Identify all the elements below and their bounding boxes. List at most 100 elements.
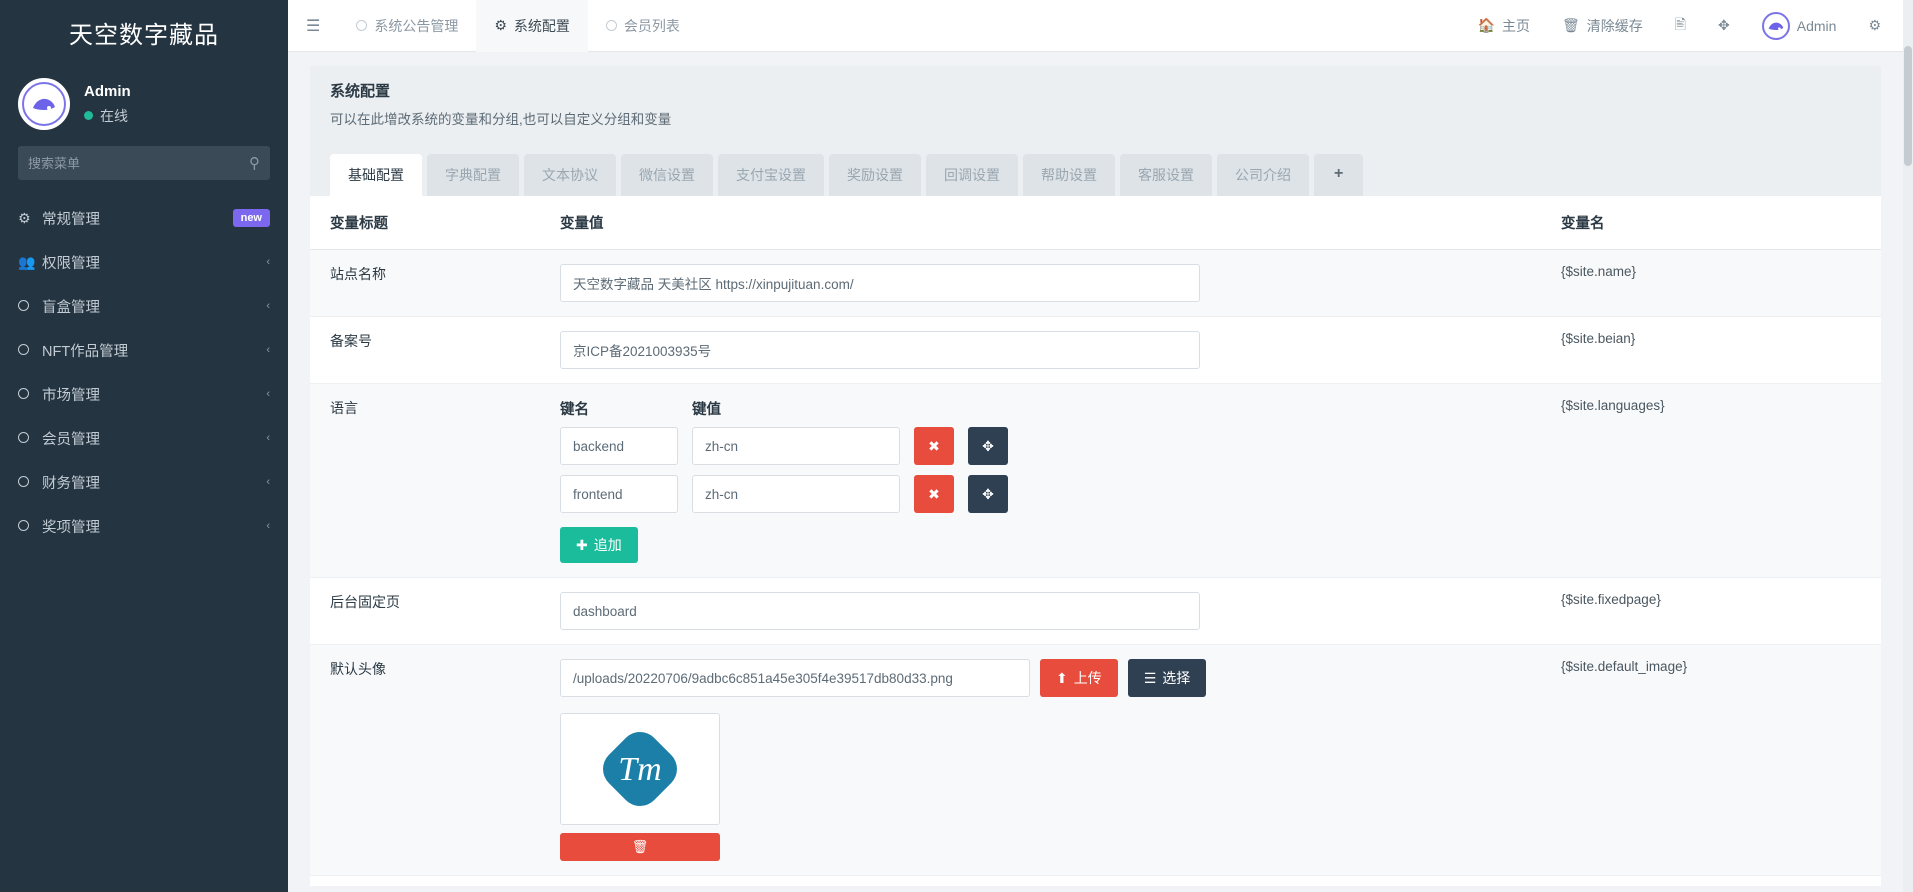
language-key-input[interactable] — [560, 475, 678, 513]
tab-support-settings[interactable]: 客服设置 — [1120, 154, 1212, 196]
table-row: 后台固定页 {$site.fixedpage} — [310, 577, 1881, 645]
search-input[interactable] — [28, 155, 249, 171]
home-button[interactable]: 🏠 主页 — [1462, 0, 1546, 52]
delete-image-button[interactable]: 🗑 — [560, 833, 720, 861]
row-value-site-name — [540, 249, 1541, 317]
row-value-default-image: ⬆ 上传 ☰ 选择 — [540, 644, 1541, 876]
chevron-left-icon: ‹ — [266, 520, 270, 532]
gears-icon: ⚙ — [1868, 17, 1881, 33]
settings-button[interactable]: ⚙ — [1852, 0, 1903, 52]
tab-callback-settings[interactable]: 回调设置 — [926, 154, 1018, 196]
language-icon: 🖹 — [1674, 15, 1687, 32]
tab-wechat-settings[interactable]: 微信设置 — [621, 154, 713, 196]
sidebar-item-member[interactable]: 会员管理 ‹ — [0, 416, 288, 460]
tab-reward-settings[interactable]: 奖励设置 — [829, 154, 921, 196]
user-menu[interactable]: Admin — [1746, 0, 1853, 52]
chevron-left-icon: ‹ — [266, 300, 270, 312]
users-icon: 👥 — [18, 253, 36, 270]
tab-announcement[interactable]: 系统公告管理 — [338, 0, 476, 52]
chevron-left-icon: ‹ — [266, 476, 270, 488]
chevron-left-icon: ‹ — [266, 344, 270, 356]
tab-alipay-settings[interactable]: 支付宝设置 — [718, 154, 824, 196]
move-row-handle[interactable]: ✥ — [968, 427, 1008, 465]
upload-button[interactable]: ⬆ 上传 — [1040, 659, 1118, 697]
chevron-left-icon: ‹ — [266, 432, 270, 444]
column-header-value: 变量值 — [540, 196, 1541, 250]
tab-member-list[interactable]: 会员列表 — [588, 0, 698, 52]
image-preview[interactable]: Tm — [560, 713, 720, 825]
tab-system-config[interactable]: ⚙ 系统配置 — [476, 0, 588, 52]
delete-row-button[interactable]: ✖ — [914, 427, 954, 465]
circle-icon — [18, 342, 42, 358]
profile-name: Admin — [84, 82, 131, 100]
tm-logo-icon: Tm — [603, 732, 677, 806]
sidebar-profile: Admin 在线 — [0, 64, 288, 146]
search-box[interactable]: ⚲ — [18, 146, 270, 180]
delete-row-button[interactable]: ✖ — [914, 475, 954, 513]
chevron-left-icon: ‹ — [266, 388, 270, 400]
language-value-input[interactable] — [692, 475, 900, 513]
row-var-site-name: {$site.name} — [1541, 249, 1881, 317]
sidebar-item-label: 奖项管理 — [42, 519, 100, 536]
column-header-name: 变量名 — [1541, 196, 1881, 250]
sidebar: 天空数字藏品 Admin 在线 ⚲ ⚙ — [0, 0, 288, 892]
row-label-default-image: 默认头像 — [310, 644, 540, 876]
user-avatar-icon — [22, 82, 66, 126]
page-scrollbar[interactable] — [1903, 0, 1913, 892]
table-row: 备案号 {$site.beian} — [310, 316, 1881, 384]
circle-icon — [18, 386, 42, 402]
gears-icon: ⚙ — [18, 209, 31, 226]
tab-help-settings[interactable]: 帮助设置 — [1023, 154, 1115, 196]
circle-icon — [18, 298, 42, 314]
site-name-input[interactable] — [560, 264, 1200, 302]
language-button[interactable]: 🖹 — [1659, 0, 1702, 52]
top-navbar: ☰ 系统公告管理 ⚙ 系统配置 会员列表 🏠 主页 🗑 清除缓存 🖹 ✥ Adm… — [288, 0, 1903, 52]
language-key-input[interactable] — [560, 427, 678, 465]
user-label: Admin — [1796, 17, 1837, 34]
column-header-title: 变量标题 — [310, 196, 540, 250]
circle-icon — [18, 518, 42, 534]
row-label-languages: 语言 — [310, 383, 540, 578]
add-tab-button[interactable]: + — [1314, 154, 1364, 196]
avatar[interactable] — [18, 78, 70, 130]
table-header-row: 变量标题 变量值 变量名 — [310, 196, 1881, 250]
gear-icon: ⚙ — [494, 17, 507, 33]
move-row-handle[interactable]: ✥ — [968, 475, 1008, 513]
sidebar-item-market[interactable]: 市场管理 ‹ — [0, 372, 288, 416]
scrollbar-thumb[interactable] — [1904, 46, 1912, 166]
tab-label: 会员列表 — [623, 17, 680, 34]
fullscreen-icon: ✥ — [1718, 17, 1730, 33]
select-label: 选择 — [1162, 670, 1191, 686]
tab-company-intro[interactable]: 公司介绍 — [1217, 154, 1309, 196]
fixedpage-input[interactable] — [560, 592, 1200, 630]
tab-dict-config[interactable]: 字典配置 — [427, 154, 519, 196]
sidebar-item-blindbox[interactable]: 盲盒管理 ‹ — [0, 284, 288, 328]
sidebar-search: ⚲ — [0, 146, 288, 180]
home-icon: 🏠 — [1477, 17, 1495, 33]
profile-status: 在线 — [84, 106, 131, 126]
sidebar-item-general[interactable]: ⚙ 常规管理 new — [0, 196, 288, 240]
status-badge: new — [232, 209, 270, 227]
default-image-path-input[interactable] — [560, 659, 1030, 697]
clear-cache-button[interactable]: 🗑 清除缓存 — [1546, 0, 1659, 52]
chevron-left-icon: ‹ — [266, 256, 270, 268]
tab-text-agreement[interactable]: 文本协议 — [524, 154, 616, 196]
hamburger-menu-icon[interactable]: ☰ — [288, 16, 338, 36]
add-language-button[interactable]: ✚ 追加 — [560, 527, 638, 563]
sidebar-item-label: NFT作品管理 — [42, 343, 129, 360]
fullscreen-button[interactable]: ✥ — [1702, 0, 1746, 52]
list-item: ✖ ✥ — [560, 427, 1521, 465]
user-avatar-icon — [1761, 11, 1790, 40]
select-file-button[interactable]: ☰ 选择 — [1127, 659, 1207, 697]
add-language-label: 追加 — [593, 537, 622, 553]
sidebar-item-permission[interactable]: 👥 权限管理 ‹ — [0, 240, 288, 284]
tab-basic-config[interactable]: 基础配置 — [330, 154, 422, 196]
beian-input[interactable] — [560, 331, 1200, 369]
search-icon[interactable]: ⚲ — [249, 154, 260, 172]
sidebar-item-finance[interactable]: 财务管理 ‹ — [0, 460, 288, 504]
row-var-beian: {$site.beian} — [1541, 316, 1881, 384]
sidebar-item-nft[interactable]: NFT作品管理 ‹ — [0, 328, 288, 372]
list-icon: ☰ — [1143, 669, 1157, 686]
language-value-input[interactable] — [692, 427, 900, 465]
sidebar-item-award[interactable]: 奖项管理 ‹ — [0, 504, 288, 548]
